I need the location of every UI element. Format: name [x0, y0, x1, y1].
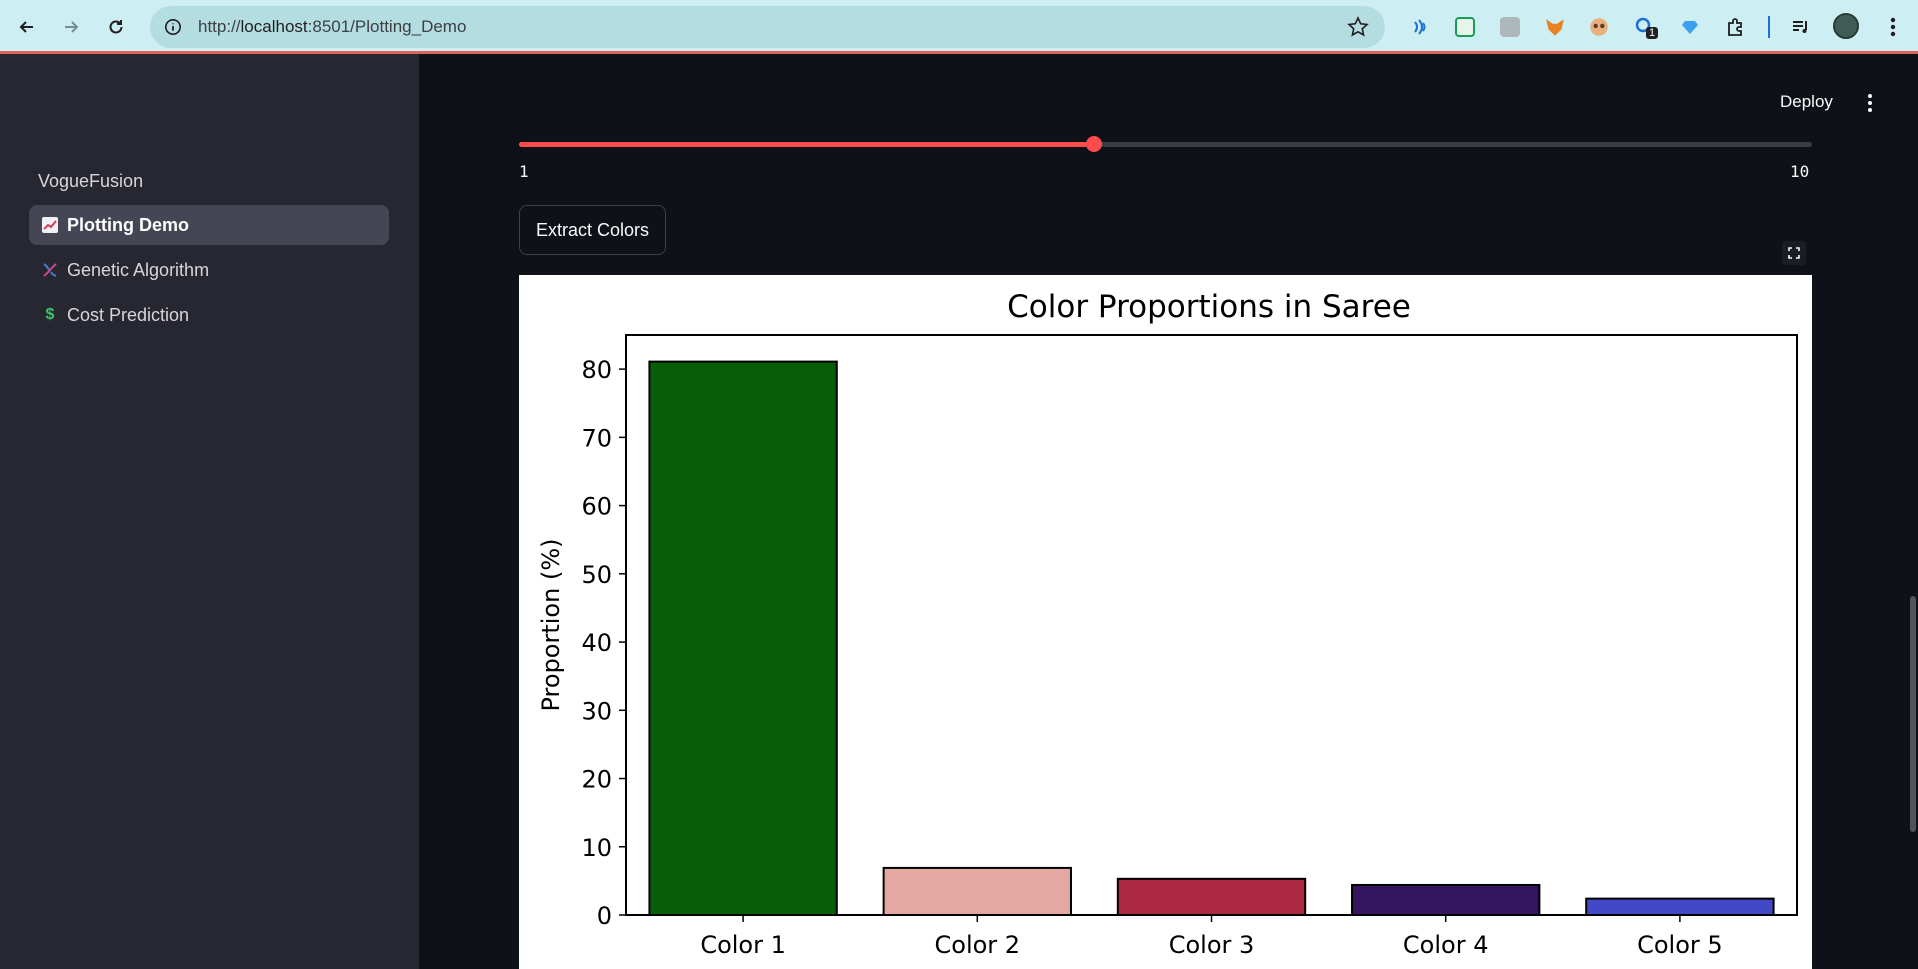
address-bar[interactable]: http://localhost:8501/Plotting_Demo [150, 6, 1385, 48]
bar-3 [1116, 877, 1307, 916]
y-tick-label: 0 [597, 902, 612, 930]
reload-icon [109, 20, 123, 34]
chart-panel: Color Proportions in Saree Proportion (%… [519, 275, 1812, 969]
y-tick-label: 30 [581, 697, 612, 725]
bar-2 [882, 866, 1072, 917]
extension-fox-icon[interactable] [1541, 13, 1569, 41]
url-host: localhost [240, 17, 308, 36]
deploy-button[interactable]: Deploy [1780, 92, 1833, 112]
x-tick-label: Color 1 [700, 931, 786, 959]
arrow-right-icon [65, 21, 79, 33]
extension-badge-count: 1 [1646, 27, 1659, 39]
y-axis-label: Proportion (%) [537, 539, 565, 712]
sidebar-item-plotting-demo[interactable]: Plotting Demo [29, 205, 389, 245]
plot-area: Color 1 Color 2 Color 3 Color 4 Color 5 0 10 20… [581, 334, 1798, 959]
sidebar: VogueFusion Plotting Demo Genetic Algori… [0, 54, 419, 969]
slider-fill [519, 142, 1094, 147]
expand-icon [1788, 247, 1800, 259]
dna-icon [41, 261, 59, 279]
y-tick-label: 60 [581, 493, 612, 521]
site-info-icon[interactable] [162, 16, 184, 38]
y-tick-label: 50 [581, 561, 612, 589]
x-tick-label: Color 5 [1637, 931, 1723, 959]
y-tick-label: 80 [581, 356, 612, 384]
extension-badge-icon[interactable]: 1 [1630, 13, 1659, 41]
back-button[interactable] [10, 10, 44, 44]
bar-4 [1351, 883, 1541, 916]
sidebar-item-cost-prediction[interactable]: $ Cost Prediction [29, 295, 389, 335]
sidebar-item-label: Cost Prediction [67, 304, 190, 325]
bar-5 [1585, 897, 1775, 917]
chart-increasing-icon [41, 216, 59, 234]
url-scheme: http:// [198, 17, 241, 36]
arrow-left-icon [19, 21, 33, 33]
main-menu-icon[interactable] [1862, 92, 1878, 114]
toolbar-divider [1768, 16, 1770, 38]
extract-colors-button[interactable]: Extract Colors [519, 205, 666, 255]
chart-title: Color Proportions in Saree [1007, 289, 1411, 325]
extension-mail-icon[interactable] [1451, 13, 1479, 41]
y-tick-label: 40 [581, 629, 612, 657]
dollar-icon: $ [45, 306, 55, 323]
reload-button[interactable] [99, 10, 133, 44]
x-tick-label: Color 4 [1403, 931, 1489, 959]
bookmark-star-icon[interactable] [1347, 16, 1369, 38]
y-tick-label: 70 [581, 424, 612, 452]
slider-max-label: 10 [1790, 162, 1810, 181]
x-tick-label: Color 2 [935, 931, 1021, 959]
extensions-puzzle-icon[interactable] [1721, 13, 1749, 41]
url-path: :8501/Plotting_Demo [307, 17, 467, 36]
extension-diamond-icon[interactable] [1676, 13, 1704, 41]
browser-toolbar: http://localhost:8501/Plotting_Demo 1 [0, 0, 1918, 54]
bar-chart: Color Proportions in Saree Proportion (%… [537, 289, 1798, 959]
x-tick-label: Color 3 [1169, 931, 1255, 959]
page-scrollbar[interactable] [1910, 596, 1916, 832]
browser-menu-icon[interactable] [1880, 13, 1906, 41]
y-tick-label: 20 [581, 766, 612, 794]
profile-avatar[interactable] [1833, 13, 1859, 39]
extension-face-icon[interactable] [1585, 13, 1613, 41]
forward-button[interactable] [54, 10, 88, 44]
fullscreen-button[interactable] [1782, 241, 1806, 265]
sidebar-item-label: Genetic Algorithm [67, 259, 210, 280]
slider-thumb[interactable] [1085, 136, 1102, 152]
media-queue-icon[interactable] [1786, 13, 1814, 41]
sidebar-item-genetic-algorithm[interactable]: Genetic Algorithm [29, 250, 389, 290]
slider-min-label: 1 [519, 162, 529, 181]
url-text[interactable]: http://localhost:8501/Plotting_Demo [198, 17, 466, 37]
sidebar-app-name[interactable]: VogueFusion [38, 171, 143, 192]
sidebar-item-label: Plotting Demo [67, 214, 189, 235]
y-tick-label: 10 [581, 834, 612, 862]
extension-wave-icon[interactable] [1406, 13, 1434, 41]
value-slider[interactable] [519, 136, 1812, 152]
bar-1 [648, 360, 838, 917]
extension-grey-icon[interactable] [1496, 13, 1524, 41]
